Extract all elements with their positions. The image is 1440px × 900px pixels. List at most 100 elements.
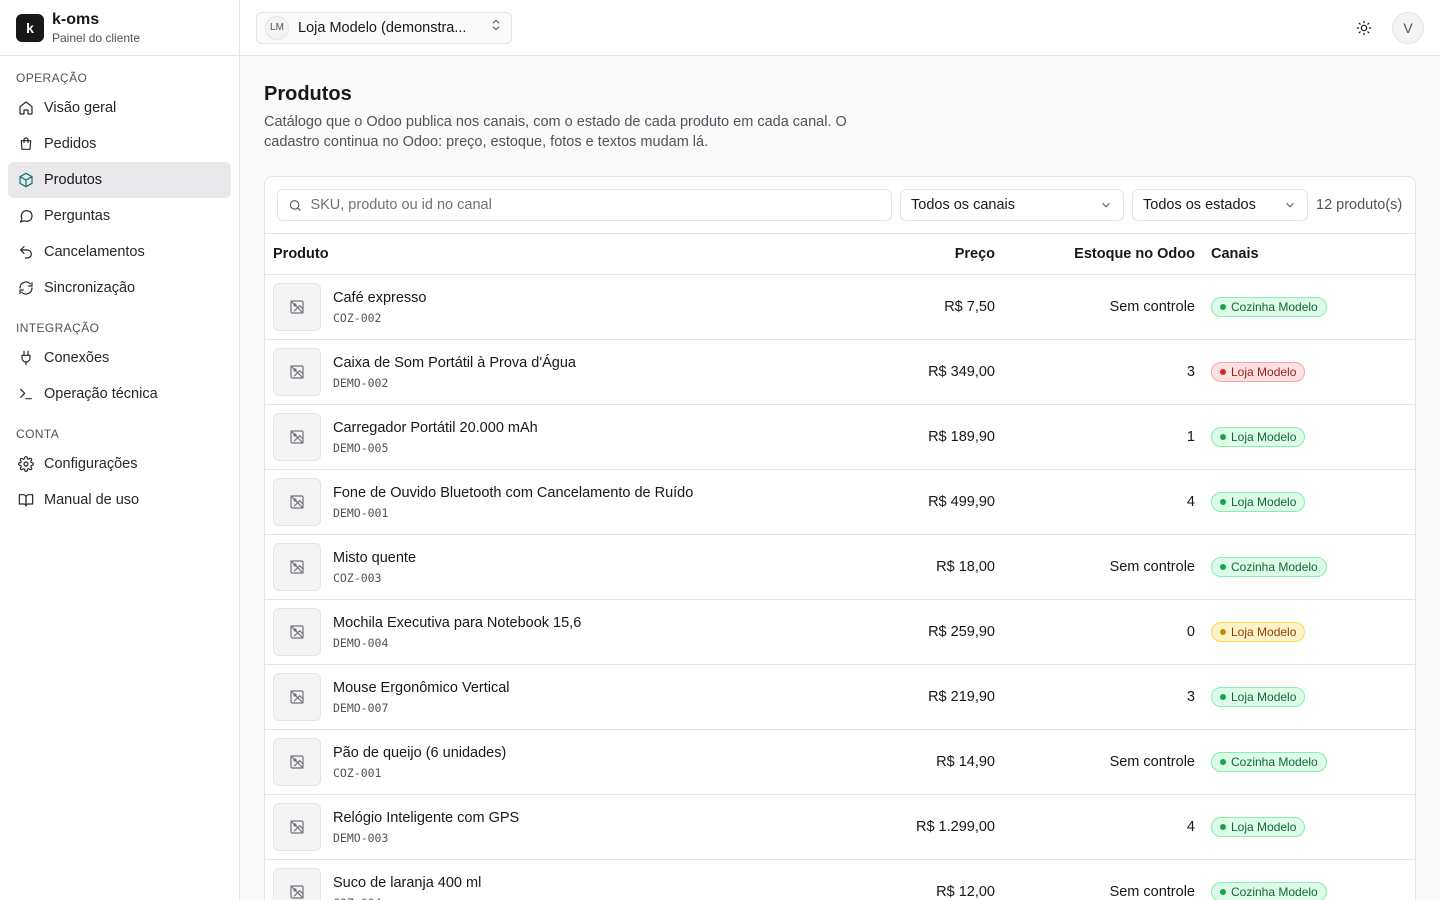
sidebar-item-visao-geral[interactable]: Visão geral bbox=[8, 90, 231, 126]
column-header-stock[interactable]: Estoque no Odoo bbox=[995, 246, 1195, 262]
sidebar-item-label: Perguntas bbox=[44, 208, 111, 224]
sidebar-item-cancelamentos[interactable]: Cancelamentos bbox=[8, 234, 231, 270]
brand-subtitle: Painel do cliente bbox=[52, 30, 141, 45]
image-off-icon bbox=[290, 430, 304, 444]
channels-cell: Loja Modelo bbox=[1195, 362, 1415, 382]
sidebar-item-manual-de-uso[interactable]: Manual de uso bbox=[8, 482, 231, 518]
sidebar-item-label: Cancelamentos bbox=[44, 244, 145, 260]
sidebar-item-configuracoes[interactable]: Configurações bbox=[8, 446, 231, 482]
channel-badge[interactable]: Cozinha Modelo bbox=[1211, 882, 1327, 900]
product-name[interactable]: Carregador Portátil 20.000 mAh bbox=[333, 418, 538, 438]
channels-cell: Cozinha Modelo bbox=[1195, 297, 1415, 317]
table-row[interactable]: Mochila Executiva para Notebook 15,6 DEM… bbox=[265, 600, 1415, 665]
product-price: R$ 349,00 bbox=[928, 364, 995, 380]
table-row[interactable]: Pão de queijo (6 unidades) COZ-001 R$ 14… bbox=[265, 730, 1415, 795]
chevron-down-icon bbox=[1102, 202, 1110, 208]
sidebar-item-pedidos[interactable]: Pedidos bbox=[8, 126, 231, 162]
product-stock: Sem controle bbox=[1109, 754, 1195, 770]
status-dot bbox=[1220, 304, 1226, 310]
image-off-icon bbox=[290, 625, 304, 639]
product-name[interactable]: Caixa de Som Portátil à Prova d'Água bbox=[333, 353, 576, 373]
product-name[interactable]: Misto quente bbox=[333, 548, 416, 568]
product-name[interactable]: Pão de queijo (6 unidades) bbox=[333, 743, 506, 763]
product-cell: Carregador Portátil 20.000 mAh DEMO-005 bbox=[265, 413, 835, 461]
product-thumbnail bbox=[273, 283, 321, 331]
channel-badge[interactable]: Loja Modelo bbox=[1211, 362, 1306, 382]
product-stock: Sem controle bbox=[1109, 884, 1195, 900]
store-avatar: LM bbox=[265, 15, 289, 40]
table-row[interactable]: Café expresso COZ-002 R$ 7,50 Sem contro… bbox=[265, 275, 1415, 340]
undo-icon bbox=[18, 244, 34, 260]
table-row[interactable]: Caixa de Som Portátil à Prova d'Água DEM… bbox=[265, 340, 1415, 405]
search-input[interactable] bbox=[310, 197, 881, 213]
column-header-price[interactable]: Preço bbox=[835, 246, 995, 262]
nav-section-heading: CONTA bbox=[16, 427, 60, 441]
brand[interactable]: k k-oms Painel do cliente bbox=[0, 0, 239, 56]
product-price: R$ 499,90 bbox=[928, 494, 995, 510]
sidebar-item-label: Sincronização bbox=[44, 280, 136, 296]
search-box[interactable] bbox=[277, 189, 892, 221]
channel-name: Cozinha Modelo bbox=[1231, 885, 1318, 899]
table-row[interactable]: Relógio Inteligente com GPS DEMO-003 R$ … bbox=[265, 795, 1415, 860]
table-row[interactable]: Mouse Ergonômico Vertical DEMO-007 R$ 21… bbox=[265, 665, 1415, 730]
product-price: R$ 14,90 bbox=[936, 754, 995, 770]
store-name: Loja Modelo (demonstra... bbox=[298, 19, 467, 36]
product-stock: 3 bbox=[1186, 689, 1195, 705]
product-stock: 4 bbox=[1186, 494, 1195, 510]
store-switcher[interactable]: LM Loja Modelo (demonstra... bbox=[256, 11, 512, 44]
nav-section-heading: INTEGRAÇÃO bbox=[16, 321, 100, 335]
status-dot bbox=[1220, 369, 1226, 375]
sidebar-item-operacao-tecnica[interactable]: Operação técnica bbox=[8, 376, 231, 412]
channel-badge[interactable]: Loja Modelo bbox=[1211, 427, 1306, 447]
page-description: Catálogo que o Odoo publica nos canais, … bbox=[264, 114, 847, 150]
product-cell: Fone de Ouvido Bluetooth com Cancelament… bbox=[265, 478, 835, 526]
channel-badge[interactable]: Loja Modelo bbox=[1211, 687, 1306, 707]
page-title: Produtos bbox=[264, 83, 352, 105]
sidebar-item-conexoes[interactable]: Conexões bbox=[8, 340, 231, 376]
product-sku: DEMO-007 bbox=[333, 701, 389, 715]
product-cell: Suco de laranja 400 ml COZ-004 bbox=[265, 868, 835, 900]
channel-select[interactable]: Todos os canais bbox=[900, 189, 1124, 221]
channel-badge[interactable]: Loja Modelo bbox=[1211, 817, 1306, 837]
product-name[interactable]: Suco de laranja 400 ml bbox=[333, 873, 481, 893]
product-name[interactable]: Fone de Ouvido Bluetooth com Cancelament… bbox=[333, 483, 693, 503]
product-name[interactable]: Mouse Ergonômico Vertical bbox=[333, 678, 510, 698]
channel-badge[interactable]: Cozinha Modelo bbox=[1211, 752, 1327, 772]
column-header-product[interactable]: Produto bbox=[265, 246, 835, 262]
channels-cell: Loja Modelo bbox=[1195, 622, 1415, 642]
status-dot bbox=[1220, 434, 1226, 440]
column-header-channels[interactable]: Canais bbox=[1195, 246, 1415, 262]
nav-section-heading: OPERAÇÃO bbox=[16, 71, 88, 85]
product-sku: DEMO-001 bbox=[333, 506, 389, 520]
theme-toggle-button[interactable] bbox=[1348, 12, 1380, 44]
state-select[interactable]: Todos os estados bbox=[1132, 189, 1308, 221]
brand-logo: k bbox=[16, 13, 44, 42]
sidebar-item-produtos[interactable]: Produtos bbox=[8, 162, 231, 198]
product-name[interactable]: Relógio Inteligente com GPS bbox=[333, 808, 519, 828]
table-row[interactable]: Fone de Ouvido Bluetooth com Cancelament… bbox=[265, 470, 1415, 535]
channel-badge[interactable]: Loja Modelo bbox=[1211, 622, 1306, 642]
channel-select-value: Todos os canais bbox=[911, 197, 1015, 213]
product-sku: COZ-004 bbox=[333, 895, 481, 900]
chevron-down-icon bbox=[1286, 202, 1294, 208]
channel-badge[interactable]: Cozinha Modelo bbox=[1211, 297, 1327, 317]
status-dot bbox=[1220, 629, 1226, 635]
table-row[interactable]: Suco de laranja 400 ml COZ-004 R$ 12,00 … bbox=[265, 860, 1415, 900]
product-cell: Pão de queijo (6 unidades) COZ-001 bbox=[265, 738, 835, 786]
top-header: LM Loja Modelo (demonstra... V bbox=[240, 0, 1440, 56]
user-avatar[interactable]: V bbox=[1392, 11, 1424, 44]
channel-badge[interactable]: Cozinha Modelo bbox=[1211, 557, 1327, 577]
channel-badge[interactable]: Loja Modelo bbox=[1211, 492, 1306, 512]
product-name[interactable]: Mochila Executiva para Notebook 15,6 bbox=[333, 613, 581, 633]
sidebar-item-sincronizacao[interactable]: Sincronização bbox=[8, 270, 231, 306]
sidebar-item-label: Operação técnica bbox=[44, 386, 158, 402]
table-body: Café expresso COZ-002 R$ 7,50 Sem contro… bbox=[265, 275, 1415, 900]
nav-section: INTEGRAÇÃO Conexões Operação técnica bbox=[0, 320, 239, 412]
table-row[interactable]: Misto quente COZ-003 R$ 18,00 Sem contro… bbox=[265, 535, 1415, 600]
main-content: Produtos Catálogo que o Odoo publica nos… bbox=[240, 56, 1440, 900]
table-header: Produto Preço Estoque no Odoo Canais bbox=[265, 234, 1415, 275]
product-name[interactable]: Café expresso bbox=[333, 288, 427, 308]
product-thumbnail bbox=[273, 543, 321, 591]
sidebar-item-perguntas[interactable]: Perguntas bbox=[8, 198, 231, 234]
table-row[interactable]: Carregador Portátil 20.000 mAh DEMO-005 … bbox=[265, 405, 1415, 470]
